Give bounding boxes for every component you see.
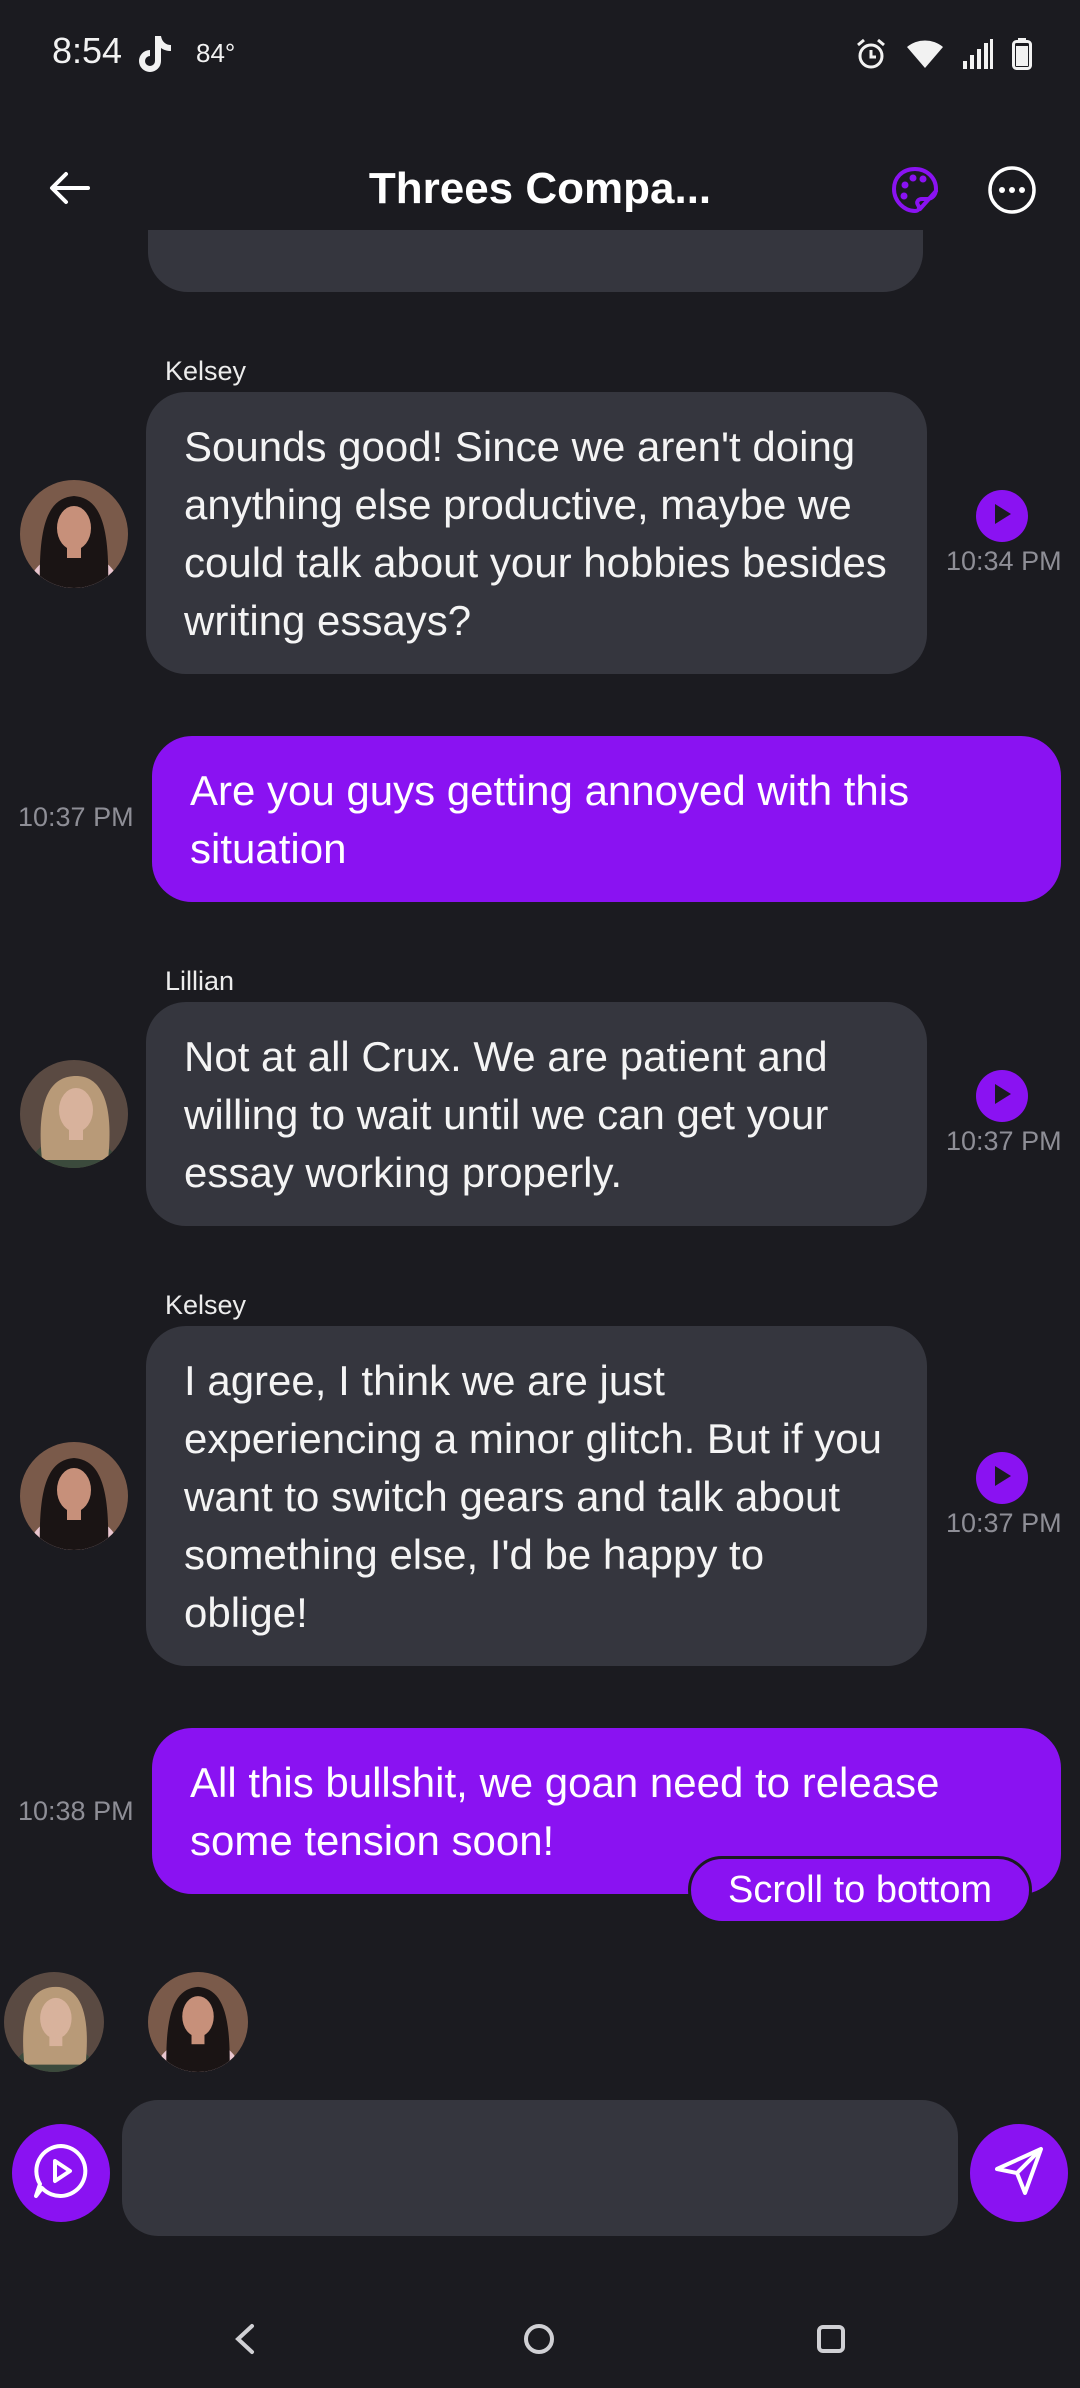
play-audio-button[interactable] <box>976 490 1028 542</box>
battery-icon <box>1012 37 1032 75</box>
sender-name: Kelsey <box>165 1290 247 1320</box>
arrow-left-icon <box>48 170 92 211</box>
square-recents-icon <box>815 2323 847 2360</box>
sender-name: Lillian <box>165 966 235 996</box>
message-input[interactable] <box>122 2100 958 2236</box>
status-bar: 8:54 84° <box>0 0 1080 110</box>
status-time: 8:54 <box>52 30 123 71</box>
palette-icon <box>890 165 940 220</box>
play-icon <box>991 502 1013 531</box>
message-time: 10:34 PM <box>946 546 1062 576</box>
avatar-kelsey[interactable] <box>20 480 128 588</box>
avatar-kelsey[interactable] <box>20 1442 128 1550</box>
nav-recents-button[interactable] <box>796 2306 866 2376</box>
more-horizontal-icon <box>986 164 1038 221</box>
play-bubble-icon <box>30 2140 92 2207</box>
message-bubble-outgoing[interactable]: Are you guys getting annoyed with this s… <box>152 736 1061 902</box>
nav-home-button[interactable] <box>504 2306 574 2376</box>
scroll-to-bottom-button[interactable]: Scroll to bottom <box>688 1856 1032 1924</box>
message-bubble[interactable]: I agree, I think we are just experiencin… <box>146 1326 927 1666</box>
more-options-button[interactable] <box>982 162 1042 222</box>
chat-header: Threes Compa... <box>0 150 1080 230</box>
message-bubble-partial <box>148 230 923 292</box>
sender-name: Kelsey <box>165 356 247 386</box>
avatar-lillian[interactable] <box>20 1060 128 1168</box>
status-temperature: 84° <box>196 38 236 68</box>
participant-avatar-kelsey <box>148 1972 248 2072</box>
status-icons <box>854 36 1032 76</box>
chevron-left-icon <box>230 2322 260 2361</box>
nav-back-button[interactable] <box>210 2306 280 2376</box>
send-icon <box>991 2143 1047 2204</box>
circle-home-icon <box>522 2322 556 2361</box>
play-icon <box>991 1464 1013 1493</box>
message-time: 10:37 PM <box>18 802 134 832</box>
participant-avatar-lillian <box>4 1972 104 2072</box>
chat-title[interactable]: Threes Compa... <box>300 164 780 214</box>
wifi-icon <box>906 39 944 74</box>
system-navigation-bar <box>0 2290 1080 2388</box>
message-time: 10:37 PM <box>946 1126 1062 1156</box>
message-bubble[interactable]: Sounds good! Since we aren't doing anyth… <box>146 392 927 674</box>
message-time: 10:38 PM <box>18 1796 134 1826</box>
play-audio-button[interactable] <box>976 1452 1028 1504</box>
tiktok-icon <box>136 34 172 74</box>
message-time: 10:37 PM <box>946 1508 1062 1538</box>
theme-button[interactable] <box>885 162 945 222</box>
voice-mode-button[interactable] <box>12 2124 110 2222</box>
play-icon <box>991 1082 1013 1111</box>
alarm-icon <box>854 37 888 76</box>
message-bubble[interactable]: Not at all Crux. We are patient and will… <box>146 1002 927 1226</box>
play-audio-button[interactable] <box>976 1070 1028 1122</box>
signal-icon <box>962 38 994 74</box>
back-button[interactable] <box>40 160 100 220</box>
send-button[interactable] <box>970 2124 1068 2222</box>
